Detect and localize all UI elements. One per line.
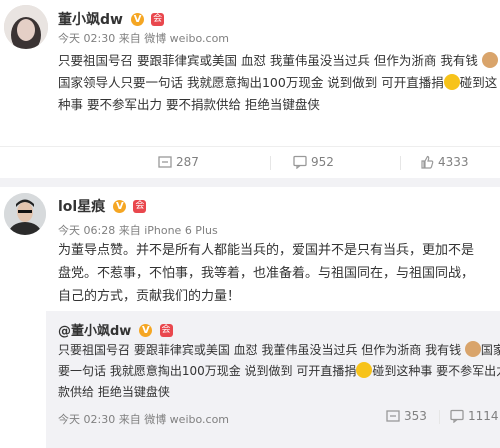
quoted-username[interactable]: @董小飒dw	[58, 324, 131, 339]
comment-icon	[293, 155, 307, 170]
like-count: 4333	[438, 155, 469, 169]
comment-count: 952	[311, 155, 334, 169]
avatar-image	[4, 193, 46, 235]
cool-emoji-icon	[356, 362, 373, 378]
dog-emoji-icon	[481, 52, 498, 68]
quoted-text-line: 要一句话 我就愿意掏出100万现金 说到做到 可开直播捐	[58, 364, 357, 378]
repost-icon	[386, 410, 400, 422]
repost-count: 353	[404, 409, 427, 423]
post-meta: 今天 02:30 来自 微博 weibo.com	[58, 32, 230, 45]
verified-icon: V	[139, 324, 153, 337]
vip-icon: 会	[159, 324, 173, 337]
post-text-line: 碰到这	[459, 75, 498, 90]
verified-icon: V	[113, 200, 127, 213]
like-button[interactable]: 4333	[420, 155, 469, 169]
quoted-text: 只要祖国号召 要跟菲律宾或美国 血怼 我董伟虽没当过兵 但作为浙商 我有钱 国家…	[58, 340, 500, 406]
quoted-comment-button[interactable]: 1114	[450, 409, 499, 424]
vip-icon: 会	[133, 200, 147, 213]
post-text-line: 自己的方式，贡献我们的力量！	[58, 289, 241, 304]
post-meta: 今天 06:28 来自 iPhone 6 Plus	[58, 224, 218, 237]
post-text-line: 盘党。不惹事，不怕事，我等着，也准备着。与祖国同在，与祖国同战，	[58, 266, 475, 281]
thumbs-up-icon	[421, 155, 434, 169]
comment-button[interactable]: 952	[293, 155, 334, 170]
username[interactable]: 董小飒dw	[58, 12, 123, 28]
quoted-text-line: 国家	[480, 343, 500, 357]
cool-emoji-icon	[443, 74, 460, 90]
vip-icon: 会	[151, 13, 165, 26]
quoted-meta: 今天 02:30 来自 微博 weibo.com	[58, 413, 230, 426]
post-text-line: 为董导点赞。并不是所有人都能当兵的，爱国并不是只有当兵，更加不是	[58, 243, 475, 258]
action-separator	[400, 156, 401, 170]
quoted-text-line: 款供给 拒绝当键盘侠	[58, 385, 170, 399]
post-text-line: 种事 要不参军出力 要不捐款供给 拒绝当键盘侠	[58, 97, 320, 112]
verified-icon: V	[131, 13, 145, 26]
post-text-line: 只要祖国号召 要跟菲律宾或美国 血怼 我董伟虽没当过兵 但作为浙商 我有钱	[58, 53, 478, 68]
quoted-text-line: 只要祖国号召 要跟菲律宾或美国 血怼 我董伟虽没当过兵 但作为浙商 我有钱	[58, 343, 462, 357]
avatar[interactable]	[4, 5, 48, 49]
comment-count: 1114	[468, 409, 499, 423]
action-separator	[439, 410, 440, 424]
post-text: 只要祖国号召 要跟菲律宾或美国 血怼 我董伟虽没当过兵 但作为浙商 我有钱 国家…	[58, 50, 500, 138]
avatar[interactable]	[4, 193, 46, 235]
quoted-post[interactable]: @董小飒dw V 会 只要祖国号召 要跟菲律宾或美国 血怼 我董伟虽没当过兵 但…	[46, 311, 500, 448]
dog-emoji-icon	[464, 341, 481, 357]
username[interactable]: lol星痕	[58, 199, 105, 215]
feed-gap	[0, 178, 500, 187]
quoted-repost-button[interactable]: 353	[386, 409, 427, 423]
comment-icon	[450, 409, 464, 424]
quoted-text-line: 碰到这种事 要不参军出力 要不捐	[372, 364, 500, 378]
action-separator	[270, 156, 271, 170]
repost-icon	[158, 156, 172, 168]
divider	[0, 146, 500, 147]
avatar-image	[4, 5, 48, 49]
post-text: 为董导点赞。并不是所有人都能当兵的，爱国并不是只有当兵，更加不是 盘党。不惹事，…	[58, 239, 500, 311]
post-text-line: 国家领导人只要一句话 我就愿意掏出100万现金 说到做到 可开直播捐	[58, 75, 444, 90]
repost-count: 287	[176, 155, 199, 169]
repost-button[interactable]: 287	[158, 155, 199, 169]
